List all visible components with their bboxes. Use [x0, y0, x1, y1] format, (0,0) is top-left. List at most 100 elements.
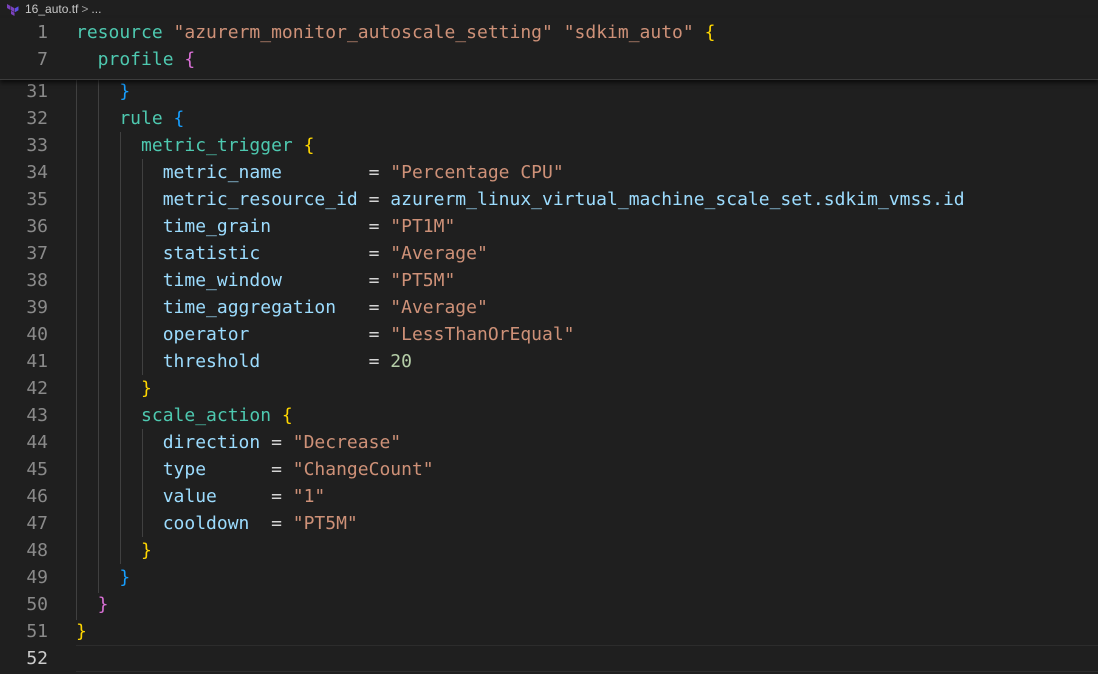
code-token: "Percentage CPU" [390, 162, 564, 183]
code-line[interactable]: 52 [0, 645, 1098, 672]
line-number: 38 [26, 270, 48, 291]
code-text: value = "1" [76, 483, 326, 510]
code-token: "azurerm_monitor_autoscale_setting" [173, 22, 553, 43]
code-line[interactable]: 34 metric_name = "Percentage CPU" [0, 159, 1098, 186]
breadcrumb-file[interactable]: 16_auto.tf [25, 2, 78, 16]
line-number: 42 [26, 378, 48, 399]
code-token: "ChangeCount" [292, 459, 434, 480]
line-number: 40 [26, 324, 48, 345]
code-token: = [281, 270, 391, 291]
code-token: time_aggregation [76, 297, 337, 318]
code-text: time_window = "PT5M" [76, 267, 456, 294]
code-editor[interactable]: 31 } 32 rule {33 metric_trigger {34 metri… [0, 80, 1098, 674]
line-number: 46 [26, 486, 48, 507]
code-token: "Average" [390, 243, 488, 264]
code-text: time_grain = "PT1M" [76, 213, 456, 240]
line-number: 45 [26, 459, 48, 480]
code-text: } [76, 375, 152, 402]
line-number: 36 [26, 216, 48, 237]
code-token: 20 [390, 351, 412, 372]
code-token: scale_action [76, 405, 272, 426]
code-text: } [76, 80, 130, 105]
code-token: = [249, 513, 293, 534]
terraform-icon [7, 4, 19, 16]
code-line[interactable]: 45 type = "ChangeCount" [0, 456, 1098, 483]
code-text: cooldown = "PT5M" [76, 510, 358, 537]
line-number: 44 [26, 432, 48, 453]
code-token: "Average" [390, 297, 488, 318]
code-token: { [184, 49, 196, 70]
line-number: 7 [37, 49, 48, 70]
code-line[interactable]: 49 } [0, 564, 1098, 591]
code-token: } [76, 81, 131, 102]
code-line[interactable]: 36 time_grain = "PT1M" [0, 213, 1098, 240]
code-token: { [704, 22, 716, 43]
code-token: metric_trigger [76, 135, 293, 156]
code-token: azurerm_linux_virtual_machine_scale_set.… [390, 189, 965, 210]
line-number: 37 [26, 243, 48, 264]
line-number: 35 [26, 189, 48, 210]
code-line[interactable]: 35 metric_resource_id = azurerm_linux_vi… [0, 186, 1098, 213]
code-line[interactable]: 43 scale_action { [0, 402, 1098, 429]
code-line[interactable]: 37 statistic = "Average" [0, 240, 1098, 267]
breadcrumb-symbol[interactable]: ... [91, 2, 101, 16]
code-line[interactable]: 51} [0, 618, 1098, 645]
code-line[interactable]: 1 resource "azurerm_monitor_autoscale_set… [0, 19, 1098, 46]
code-token: metric_resource_id [76, 189, 358, 210]
code-line[interactable]: 32 rule { [0, 105, 1098, 132]
code-token: = [249, 324, 391, 345]
code-token: { [281, 405, 293, 426]
code-text: threshold = 20 [76, 348, 412, 375]
code-token: direction [76, 432, 261, 453]
code-line[interactable]: 38 time_window = "PT5M" [0, 267, 1098, 294]
code-token: resource [76, 22, 163, 43]
code-text: type = "ChangeCount" [76, 456, 434, 483]
code-line[interactable]: 7 profile { [0, 46, 1098, 73]
line-number: 50 [26, 594, 48, 615]
line-number: 34 [26, 162, 48, 183]
code-line[interactable]: 46 value = "1" [0, 483, 1098, 510]
code-token: "PT1M" [390, 216, 456, 237]
code-line[interactable]: 44 direction = "Decrease" [0, 429, 1098, 456]
code-line[interactable]: 31 } [0, 80, 1098, 105]
code-text: profile { [76, 46, 196, 73]
code-token: = [260, 243, 391, 264]
line-number: 39 [26, 297, 48, 318]
sticky-scroll-header[interactable]: 1 resource "azurerm_monitor_autoscale_set… [0, 18, 1098, 80]
code-text: resource "azurerm_monitor_autoscale_sett… [76, 19, 715, 46]
code-line[interactable]: 33 metric_trigger { [0, 132, 1098, 159]
code-line[interactable]: 40 operator = "LessThanOrEqual" [0, 321, 1098, 348]
code-line[interactable]: 42 } [0, 375, 1098, 402]
code-token: = [260, 351, 391, 372]
code-token: = [260, 432, 293, 453]
code-token: "PT5M" [292, 513, 358, 534]
code-line[interactable]: 50 } [0, 591, 1098, 618]
code-token: profile [76, 49, 174, 70]
line-number: 52 [26, 648, 48, 669]
code-token: = [281, 162, 391, 183]
line-number: 33 [26, 135, 48, 156]
code-token: "PT5M" [390, 270, 456, 291]
code-text: direction = "Decrease" [76, 429, 401, 456]
code-line[interactable]: 47 cooldown = "PT5M" [0, 510, 1098, 537]
code-token: } [76, 594, 109, 615]
code-line[interactable]: 41 threshold = 20 [0, 348, 1098, 375]
code-token: } [76, 567, 131, 588]
code-token: time_grain [76, 216, 272, 237]
code-line[interactable]: 39 time_aggregation = "Average" [0, 294, 1098, 321]
code-token: "sdkim_auto" [563, 22, 694, 43]
line-number: 32 [26, 108, 48, 129]
code-token: "1" [292, 486, 326, 507]
code-text: } [76, 564, 130, 591]
code-line[interactable]: 48 } [0, 537, 1098, 564]
breadcrumb-separator: > [81, 2, 89, 16]
code-token: { [303, 135, 315, 156]
breadcrumb: 16_auto.tf > ... [0, 0, 1098, 18]
code-token: = [357, 189, 391, 210]
code-text: metric_name = "Percentage CPU" [76, 159, 564, 186]
code-token: operator [76, 324, 250, 345]
line-number: 47 [26, 513, 48, 534]
